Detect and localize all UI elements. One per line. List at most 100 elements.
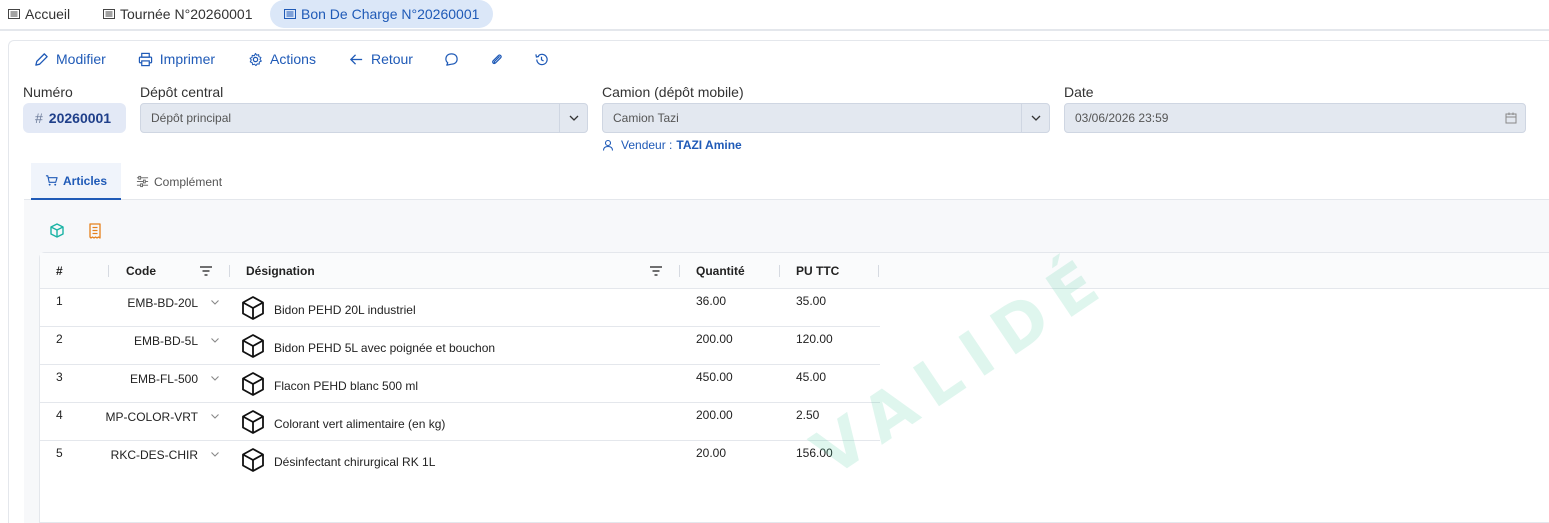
calendar-icon[interactable] xyxy=(1505,112,1517,124)
row-code: EMB-FL-500 xyxy=(129,372,198,386)
filter-icon[interactable] xyxy=(199,264,213,278)
attachment-button[interactable] xyxy=(489,52,504,67)
tab-label: Tournée N°20260001 xyxy=(120,6,253,22)
tab-complement-label: Complément xyxy=(154,174,223,189)
column-separator[interactable] xyxy=(679,265,680,277)
gear-icon xyxy=(249,52,262,66)
actions-label: Actions xyxy=(270,51,316,67)
depot-value: Dépôt principal xyxy=(151,111,232,125)
table-row[interactable]: 1 EMB-BD-20L Bidon PEHD 20L industriel 3… xyxy=(40,289,880,327)
row-number: 2 xyxy=(56,332,63,346)
row-code: EMB-BD-5L xyxy=(133,334,198,348)
table-row[interactable]: 3 EMB-FL-500 Flacon PEHD blanc 500 ml 45… xyxy=(40,365,880,403)
chevron-down-icon[interactable] xyxy=(210,297,220,307)
row-number: 1 xyxy=(56,294,63,308)
arrow-left-icon xyxy=(349,53,363,65)
modifier-button[interactable]: Modifier xyxy=(34,51,106,67)
tab-articles[interactable]: Articles xyxy=(31,163,122,200)
list-icon xyxy=(284,9,296,19)
imprimer-label: Imprimer xyxy=(159,51,216,67)
content-tabs: Articles Complément xyxy=(24,163,1549,200)
tab-label: Bon De Charge N°20260001 xyxy=(301,6,480,22)
row-quantite: 200.00 xyxy=(696,332,733,346)
column-separator[interactable] xyxy=(229,265,230,277)
camion-label: Camion (dépôt mobile) xyxy=(602,84,744,100)
retour-label: Retour xyxy=(370,51,413,67)
cart-icon xyxy=(45,175,58,186)
column-separator[interactable] xyxy=(779,265,780,277)
printer-icon xyxy=(138,52,152,66)
camion-value: Camion Tazi xyxy=(613,111,679,125)
tab-complement[interactable]: Complément xyxy=(122,163,236,200)
tab-bon-de-charge[interactable]: Bon De Charge N°20260001 xyxy=(270,0,494,28)
chevron-down-icon[interactable] xyxy=(1021,104,1049,132)
tab-accueil[interactable]: Accueil xyxy=(8,0,70,28)
articles-table: # Code Désignation Quantité PU TTC 1 EMB… xyxy=(39,252,1549,523)
vendeur-link[interactable]: Vendeur : TAZI Amine xyxy=(602,138,742,152)
hash-icon: # xyxy=(35,110,43,126)
header-pu-ttc[interactable]: PU TTC xyxy=(796,253,839,289)
tab-bar: Accueil Tournée N°20260001 Bon De Charge… xyxy=(0,0,1549,31)
product-box-icon xyxy=(242,296,264,320)
header-designation[interactable]: Désignation xyxy=(246,253,315,289)
product-box-icon xyxy=(242,334,264,358)
chat-icon xyxy=(445,52,458,66)
row-code: MP-COLOR-VRT xyxy=(105,410,198,424)
numero-field: # 20260001 xyxy=(23,103,126,133)
row-designation: Désinfectant chirurgical RK 1L xyxy=(274,455,436,469)
date-field[interactable]: 03/06/2026 23:59 xyxy=(1064,103,1526,133)
depot-label: Dépôt central xyxy=(140,84,224,100)
header-num: # xyxy=(56,264,63,278)
row-pu-ttc: 35.00 xyxy=(796,294,827,308)
receipt-icon[interactable] xyxy=(86,222,104,240)
chevron-down-icon[interactable] xyxy=(210,449,220,459)
vendeur-name: TAZI Amine xyxy=(676,138,742,152)
column-separator[interactable] xyxy=(108,265,109,277)
row-designation: Flacon PEHD blanc 500 ml xyxy=(274,379,419,393)
row-designation: Colorant vert alimentaire (en kg) xyxy=(274,417,446,431)
sliders-icon xyxy=(136,175,149,188)
table-row[interactable]: 5 RKC-DES-CHIR Désinfectant chirurgical … xyxy=(40,441,880,479)
tab-articles-label: Articles xyxy=(63,173,108,188)
row-quantite: 20.00 xyxy=(696,446,727,460)
table-row[interactable]: 2 EMB-BD-5L Bidon PEHD 5L avec poignée e… xyxy=(40,327,880,365)
table-row[interactable]: 4 MP-COLOR-VRT Colorant vert alimentaire… xyxy=(40,403,880,441)
chevron-down-icon[interactable] xyxy=(210,411,220,421)
camion-select[interactable]: Camion Tazi xyxy=(602,103,1050,133)
depot-select[interactable]: Dépôt principal xyxy=(140,103,588,133)
date-label: Date xyxy=(1064,84,1094,100)
tab-label: Accueil xyxy=(25,6,71,22)
list-icon xyxy=(103,9,115,19)
row-number: 5 xyxy=(56,446,63,460)
actions-button[interactable]: Actions xyxy=(248,51,316,67)
modifier-label: Modifier xyxy=(56,51,106,67)
chevron-down-icon[interactable] xyxy=(210,373,220,383)
comments-button[interactable] xyxy=(444,52,459,67)
row-number: 3 xyxy=(56,370,63,384)
row-designation: Bidon PEHD 20L industriel xyxy=(274,303,416,317)
history-button[interactable] xyxy=(534,52,549,67)
row-number: 4 xyxy=(56,408,63,422)
tab-tournee[interactable]: Tournée N°20260001 xyxy=(103,0,252,28)
list-icon xyxy=(8,9,20,19)
paperclip-icon xyxy=(492,54,502,64)
row-quantite: 36.00 xyxy=(696,294,727,308)
row-quantite: 450.00 xyxy=(696,370,733,384)
numero-label: Numéro xyxy=(23,84,73,100)
row-code: RKC-DES-CHIR xyxy=(110,448,198,462)
retour-button[interactable]: Retour xyxy=(349,51,413,67)
header-quantite[interactable]: Quantité xyxy=(696,253,745,289)
imprimer-button[interactable]: Imprimer xyxy=(138,51,215,67)
table-header: # Code Désignation Quantité PU TTC xyxy=(40,253,1549,289)
filter-icon[interactable] xyxy=(649,264,663,278)
product-box-icon xyxy=(242,372,264,396)
column-separator[interactable] xyxy=(878,265,879,277)
chevron-down-icon[interactable] xyxy=(210,335,220,345)
numero-value: 20260001 xyxy=(48,110,112,126)
cube-icon[interactable] xyxy=(48,222,66,240)
header-code[interactable]: Code xyxy=(126,253,156,289)
chevron-down-icon[interactable] xyxy=(559,104,587,132)
product-box-icon xyxy=(242,410,264,434)
row-pu-ttc: 120.00 xyxy=(796,332,833,346)
row-quantite: 200.00 xyxy=(696,408,733,422)
